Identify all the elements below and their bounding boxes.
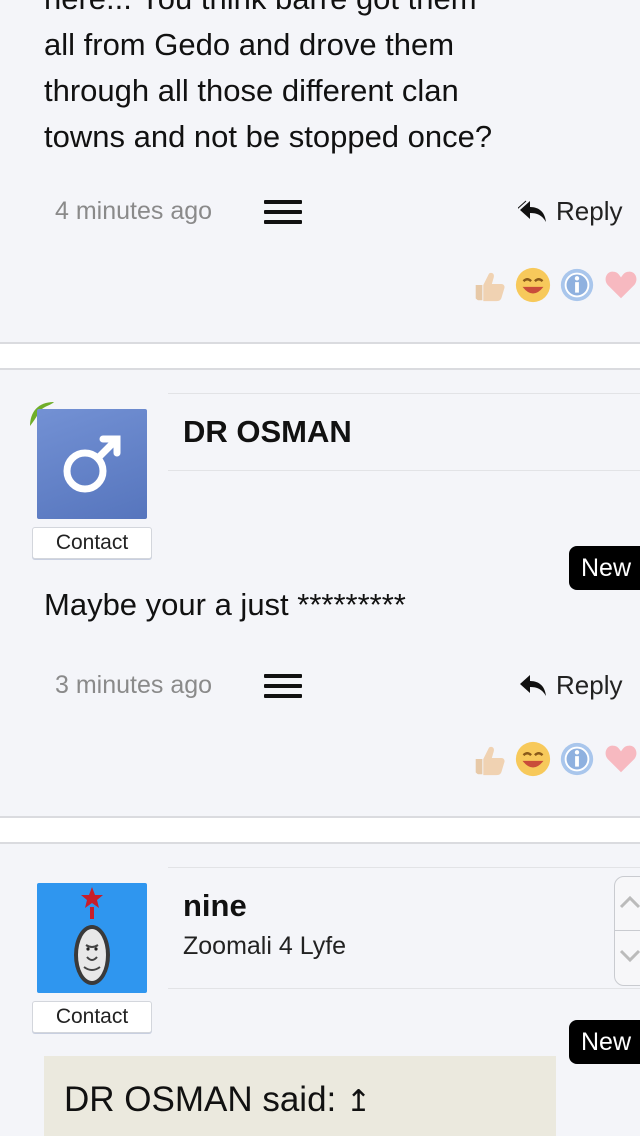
reaction-bar [470,740,640,778]
author-name[interactable]: nine [183,888,247,924]
reply-button[interactable]: Reply [518,196,622,227]
contact-button[interactable]: Contact [32,1001,152,1033]
reply-icon [520,674,546,696]
scroll-down-icon[interactable] [617,945,640,965]
quote-author: DR OSMAN said: [64,1080,337,1119]
laugh-icon[interactable] [514,266,552,304]
lion-emblem-icon [74,887,110,985]
male-symbol-icon [63,435,121,493]
avatar[interactable] [37,883,147,993]
love-icon[interactable] [602,266,640,304]
post-text-line: here... You think barre got them [44,0,624,22]
love-icon[interactable] [602,740,640,778]
post-text-line: all from Gedo and drove them [44,27,455,62]
menu-icon[interactable] [264,200,302,226]
contact-button[interactable]: Contact [32,527,152,559]
like-icon[interactable] [470,266,508,304]
quote-header[interactable]: DR OSMAN said: ↥ [64,1080,371,1120]
user-title: Zoomali 4 Lyfe [183,932,347,960]
author-name[interactable]: DR OSMAN [183,414,352,450]
post-timestamp[interactable]: 4 minutes ago [55,197,212,226]
post-separator [0,342,640,370]
laugh-icon[interactable] [514,740,552,778]
reply-label: Reply [556,670,623,700]
scroll-control[interactable] [614,876,640,986]
post-timestamp[interactable]: 3 minutes ago [55,671,212,700]
author-header: DR OSMAN [168,393,640,471]
new-badge: New [569,546,640,590]
reply-icon [518,200,546,222]
info-icon[interactable] [558,266,596,304]
post-text-line: through all those different clan [44,73,459,108]
post-separator [0,816,640,844]
quote-block: DR OSMAN said: ↥ [44,1056,556,1136]
menu-icon[interactable] [264,674,302,700]
new-badge: New [569,1020,640,1064]
author-header: nine Zoomali 4 Lyfe [168,867,640,989]
info-icon[interactable] [558,740,596,778]
post-text-line: towns and not be stopped once? [44,119,493,154]
reply-label: Reply [556,196,623,226]
post-body: here... You think barre got them all fro… [44,0,624,160]
like-icon[interactable] [470,740,508,778]
reply-button[interactable]: Reply [518,670,622,701]
scroll-up-icon[interactable] [617,893,640,913]
post-body: Maybe your a just ********* [44,587,406,622]
avatar[interactable] [37,409,147,519]
reaction-bar [470,266,640,304]
quote-jump-icon[interactable]: ↥ [346,1085,371,1118]
